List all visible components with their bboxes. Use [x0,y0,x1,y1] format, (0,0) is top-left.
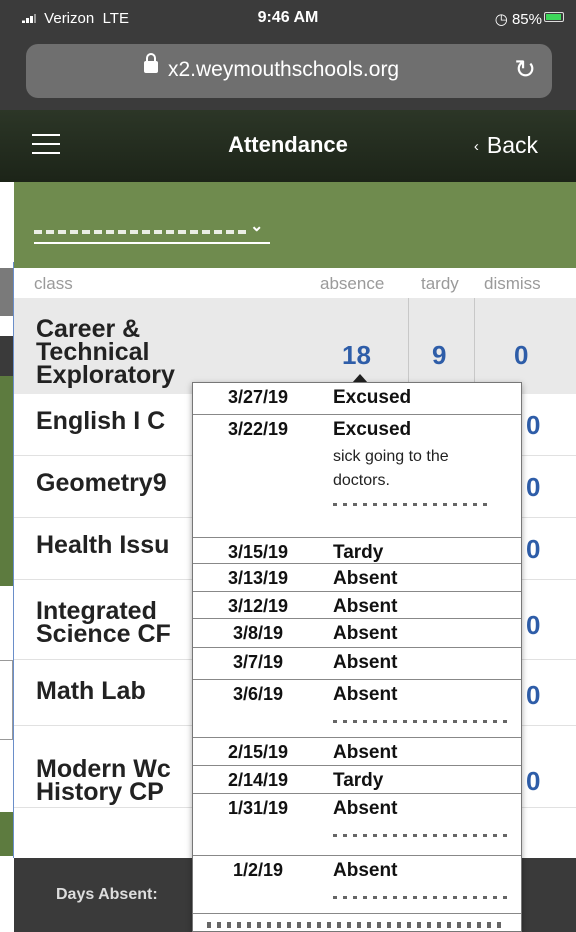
absence-status: Absent [333,798,398,819]
absence-entry: 3/15/19 Tardy [193,537,521,563]
address-bar[interactable]: x2.weymouthschools.org ↻ [26,44,552,98]
absence-status: Absent [333,860,398,881]
column-header-dismiss: dismiss [484,274,541,293]
absence-status: Excused [333,387,412,408]
selector-underline [34,242,270,244]
class-name: Career & Technical Exploratory [36,315,175,389]
reload-icon[interactable]: ↻ [514,54,536,85]
absence-entry: 1/2/19 Absent [193,855,521,913]
absence-status: Absent [333,623,398,644]
table-row[interactable]: Career & Technical Exploratory 18 9 0 [14,298,576,394]
battery-percent: ◷ 85% [494,11,542,28]
absence-entry: 3/27/19 Excused [193,383,521,414]
battery-icon [544,12,564,22]
class-name: English I C [36,407,166,435]
dismiss-count[interactable]: 0 [514,340,528,371]
absence-date: 3/6/19 [232,684,284,704]
dismiss-count: 0 [526,472,541,502]
absence-note [333,710,509,723]
chevron-left-icon: ‹ [473,138,479,155]
absence-status: Absent [333,684,398,705]
student-selector-band: ⌄ [14,182,576,268]
absence-status: Absent [333,596,398,617]
absence-status: Tardy [333,770,384,791]
browser-toolbar: x2.weymouthschools.org ↻ [0,34,576,110]
absence-entry: 3/8/19 Absent [193,618,521,647]
url-text: x2.weymouthschools.org [168,58,400,81]
absence-entry: 2/14/19 Tardy [193,765,521,793]
student-selector[interactable]: ⌄ [34,218,270,244]
redacted-student-name [34,230,246,234]
background-window-edge [0,262,14,858]
back-button[interactable]: ‹ Back [474,132,538,159]
days-absent-label: Days Absent: [56,886,158,903]
absence-entry: 2/15/19 Absent [193,737,521,765]
absence-count[interactable]: 18 [342,340,371,371]
clock: 9:46 AM [257,9,319,26]
dismiss-count: 0 [526,410,541,440]
absence-entry: 3/6/19 Absent [193,679,521,737]
absence-date: 3/22/19 [227,419,289,439]
absence-entry: 3/13/19 Absent [193,563,521,591]
redacted-text [333,720,509,723]
dismiss-count: 0 [526,610,541,640]
lock-icon [144,53,158,73]
redacted-text [333,896,509,899]
class-name: Geometry9 [36,469,167,497]
absence-note [333,824,509,837]
back-label: Back [486,132,538,158]
table-header: class absence tardy dismiss [14,268,576,298]
absence-entry-cut-off [193,913,521,931]
absence-date: 3/27/19 [227,387,289,407]
absence-status: Absent [333,652,398,673]
absence-entry: 3/12/19 Absent [193,591,521,618]
absence-date: 3/8/19 [232,623,284,643]
dismiss-count: 0 [526,766,541,796]
chevron-down-icon: ⌄ [250,218,264,235]
column-header-tardy: tardy [421,274,459,293]
absence-date: 3/15/19 [227,542,289,562]
status-bar: Verizon LTE 9:46 AM ◷ 85% [0,0,576,34]
class-name: Health Issu [36,531,170,559]
absence-status: Absent [333,742,398,763]
column-header-class: class [34,274,73,293]
class-name: Integrated Science CF [36,597,171,648]
absence-date: 3/12/19 [227,596,289,616]
dismiss-count: 0 [526,680,541,710]
absence-status: Excused [333,419,412,440]
absence-status: Absent [333,568,398,589]
absence-status: Tardy [333,542,384,563]
absence-entry: 3/7/19 Absent [193,647,521,679]
column-header-absence: absence [320,274,385,293]
absence-details-popover[interactable]: 3/27/19 Excused 3/22/19 Excused sick goi… [192,382,522,932]
class-name: Math Lab [36,677,146,705]
tardy-count[interactable]: 9 [432,340,446,371]
absence-note: sick going to the doctors. [333,445,509,506]
redacted-text [333,834,509,837]
absence-date: 3/7/19 [232,652,284,672]
absence-date: 2/15/19 [227,742,289,762]
alarm-icon: ◷ [494,11,508,28]
redacted-text [333,503,493,506]
absence-date: 1/2/19 [232,860,284,880]
absence-date: 1/31/19 [227,798,289,818]
absence-entry: 3/22/19 Excused sick going to the doctor… [193,414,521,537]
absence-note [333,886,509,899]
absence-date: 2/14/19 [227,770,289,790]
absence-entry: 1/31/19 Absent [193,793,521,855]
class-name: Modern Wc History CP [36,755,171,806]
absence-date: 3/13/19 [227,568,289,588]
app-header: Attendance ‹ Back [0,110,576,182]
dismiss-count: 0 [526,534,541,564]
